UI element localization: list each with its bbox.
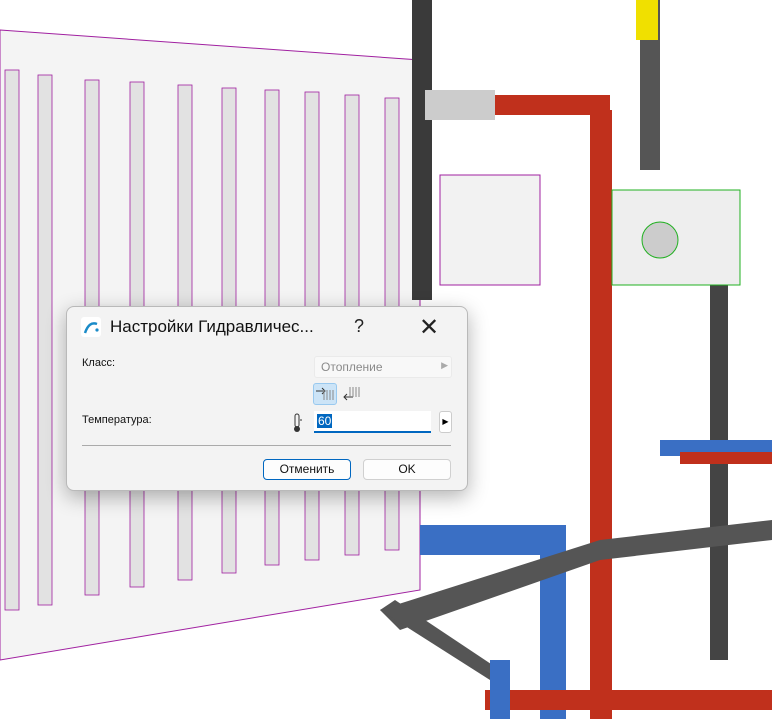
temperature-options-button[interactable]: ▶ [439,411,452,433]
dialog-title: Настройки Гидравличес... [110,317,314,336]
radiator-return-icon [343,387,360,401]
return-toggle[interactable] [342,383,364,403]
ok-button[interactable]: OK [363,459,451,480]
temperature-value: 60 [317,414,333,428]
class-value: Отопление [321,360,383,374]
divider [82,445,451,446]
temperature-label: Температура: [82,414,152,426]
close-button[interactable]: ✕ [419,313,439,342]
help-button[interactable]: ? [354,316,364,337]
class-dropdown[interactable]: Отопление ▶ [314,356,452,378]
app-logo-icon [81,317,101,337]
cancel-button[interactable]: Отменить [263,459,351,480]
supply-toggle[interactable] [313,383,337,405]
dialog-title-bar[interactable]: Настройки Гидравличес... ? ✕ [67,307,467,347]
hydraulic-settings-dialog: Настройки Гидравличес... ? ✕ Класс: Отоп… [66,306,468,491]
temperature-input[interactable]: 60 [314,411,431,433]
radiator-supply-icon [316,387,334,400]
class-label: Класс: [82,357,115,369]
chevron-right-icon: ▶ [441,360,448,370]
thermometer-icon [294,413,302,432]
